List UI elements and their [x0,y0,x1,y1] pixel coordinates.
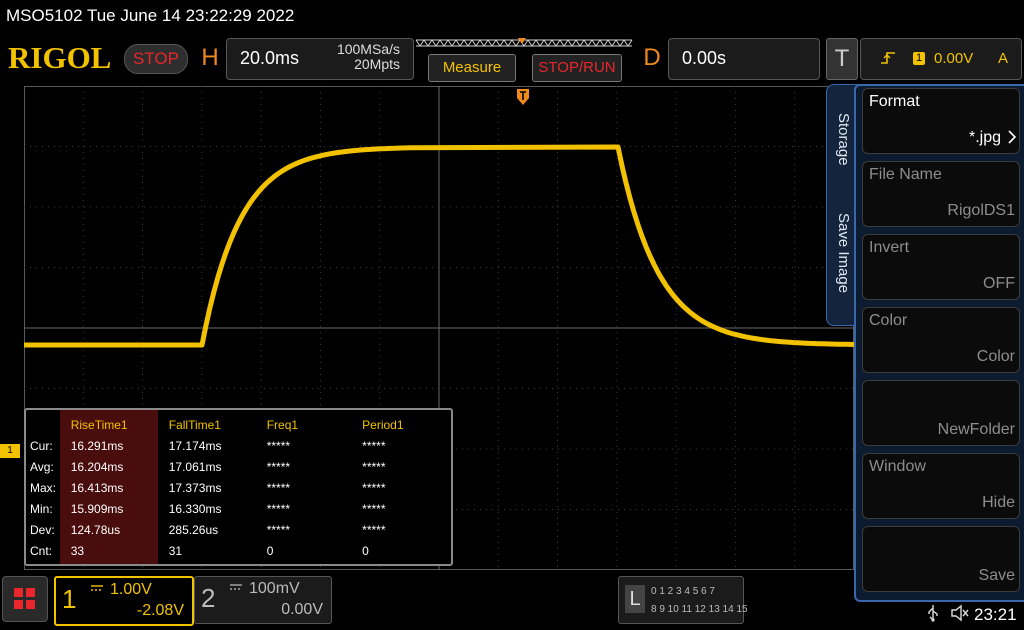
trigger-level: 0.00V [934,50,974,67]
digital-row-2: 8 9 10 11 12 13 14 15 [651,604,748,615]
header-cell[interactable]: Period1 [359,414,451,435]
channel-1-scale: 1.00V [110,581,152,598]
stop-run-button[interactable]: STOP/RUN [532,54,622,82]
table-row: Min: 15.909ms 16.330ms ***** ***** [30,501,386,516]
channel-2-panel[interactable]: 2 100mV 0.00V [194,576,332,624]
chevron-right-icon [1008,130,1017,144]
table-header-row: RiseTime1 FallTime1 Freq1 Period1 [26,414,451,435]
dc-coupling-icon [91,585,103,591]
grid-menu-icon [14,588,35,609]
speaker-muted-icon[interactable] [950,604,970,622]
channel-2-number: 2 [201,583,216,613]
menu-item-invert[interactable]: Invert OFF [862,234,1020,300]
trigger-position-marker-icon [517,89,529,105]
storage-side-menu: Format *.jpg File Name RigolDS1 Invert O… [854,84,1024,602]
table-row: Cur: 16.291ms 17.174ms ***** ***** [30,438,386,453]
digital-row-1: 0 1 2 3 4 5 6 7 [651,586,715,597]
menu-item-save[interactable]: Save [862,526,1020,592]
status-line: MSO5102 Tue June 14 23:22:29 2022 [6,6,295,25]
timebase-value: 20.0ms [240,48,300,68]
measure-button[interactable]: Measure [428,54,516,82]
table-row: Max: 16.413ms 17.373ms ***** ***** [30,480,386,495]
sample-rate: 100MSa/s [336,41,400,57]
memory-position-strip [415,38,633,47]
channel-2-offset: 0.00V [281,601,323,618]
usb-icon [928,605,938,622]
menu-item-color[interactable]: Color Color [862,307,1020,373]
acquisition-info: 100MSa/s 20Mpts [300,42,400,72]
header-cell[interactable]: Freq1 [264,414,359,435]
trigger-mode: A [998,50,1009,67]
table-row: Avg: 16.204ms 17.061ms ***** ***** [30,459,386,474]
menu-item-file-name[interactable]: File Name RigolDS1 [862,161,1020,227]
table-row: Cnt: 33 31 0 0 [30,543,369,558]
menu-item-format[interactable]: Format *.jpg [862,88,1020,154]
logic-letter: L [625,585,645,613]
trigger-source-badge: 1 [913,52,925,65]
system-clock: 23:21 [974,605,1017,624]
channel-1-offset-marker[interactable]: 1 [0,444,20,458]
rigol-logo: RIGOL [8,40,112,75]
channel-2-scale: 100mV [249,580,300,597]
tab-storage[interactable]: Storage [835,113,852,166]
table-row: Dev: 124.78us 285.26us ***** ***** [30,522,386,537]
menu-item-new-folder[interactable]: NewFolder [862,380,1020,446]
trigger-menu-button[interactable]: T [826,38,858,80]
measurement-table: RiseTime1 FallTime1 Freq1 Period1 Cur: 1… [24,408,453,566]
dc-coupling-icon [230,584,242,590]
rising-edge-icon [881,52,895,64]
delay-value: 0.00s [682,48,727,68]
memory-depth: 20Mpts [354,56,400,72]
channel-1-offset: -2.08V [136,602,184,619]
home-button[interactable] [2,576,48,622]
channel-1-panel[interactable]: 1 1.00V -2.08V [54,576,194,626]
tab-save-image[interactable]: Save Image [835,213,852,293]
header-cell[interactable]: RiseTime1 [68,414,166,435]
horizontal-menu-button[interactable]: H [196,40,224,76]
delay-menu-button[interactable]: D [638,40,666,76]
digital-channels-panel[interactable]: L 0 1 2 3 4 5 6 7 8 9 10 11 12 13 14 15 [618,576,748,624]
channel-1-number: 1 [62,584,77,614]
run-state-badge: STOP [124,44,188,74]
menu-item-window[interactable]: Window Hide [862,453,1020,519]
header-cell[interactable]: FallTime1 [166,414,264,435]
